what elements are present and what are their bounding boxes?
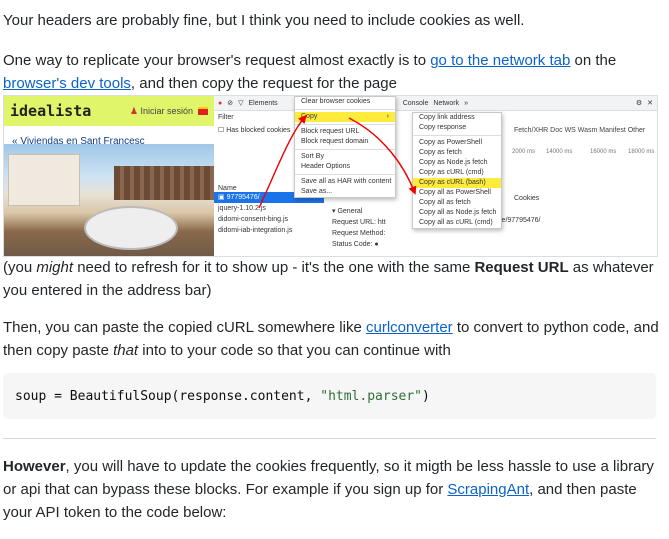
devtools-screenshot: idealista ♟ Iniciar sesión « Viviendas e… (3, 95, 658, 257)
paragraph-cookies: Your headers are probably fine, but I th… (3, 12, 525, 29)
red-arrows (258, 114, 417, 209)
divider (3, 438, 656, 439)
paragraph-refresh: (you might need to refresh for it to sho… (3, 259, 654, 299)
scrapingant-link[interactable]: ScrapingAnt (447, 481, 529, 498)
code-block: soup = BeautifulSoup(response.content, "… (3, 373, 656, 419)
answer-body: Your headers are probably fine, but I th… (0, 0, 669, 539)
dev-tools-link[interactable]: browser's dev tools (3, 75, 131, 92)
network-tab-link[interactable]: go to the network tab (430, 52, 570, 69)
paragraph-however: However, you will have to update the coo… (3, 458, 654, 521)
curlconverter-link[interactable]: curlconverter (366, 319, 453, 336)
paragraph-replicate: One way to replicate your browser's requ… (3, 52, 617, 92)
paragraph-curlconverter: Then, you can paste the copied cURL some… (3, 319, 659, 359)
code-line: soup = BeautifulSoup(response.content, "… (15, 389, 430, 404)
